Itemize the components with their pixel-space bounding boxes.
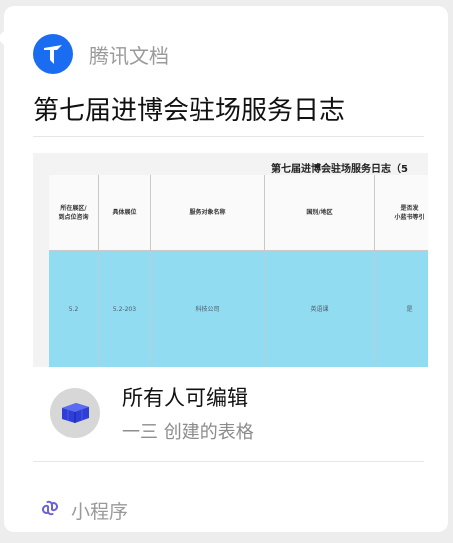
spreadsheet-blocks-icon: [50, 388, 100, 438]
app-name: 腾讯文档: [89, 43, 169, 68]
header-text: 小蓝书等引: [394, 213, 425, 221]
permission-title: 所有人可编辑: [122, 386, 248, 410]
doc-title: 第七届进博会驻场服务日志: [33, 96, 346, 126]
mini-program-footer: 小程序: [39, 496, 128, 524]
mini-program-label: 小程序: [71, 500, 129, 523]
app-source: 腾讯文档: [33, 34, 169, 74]
mini-program-link-icon: [39, 497, 61, 523]
header-text: 具体展位: [112, 209, 137, 216]
tencent-docs-logo-icon: [33, 34, 73, 74]
spreadsheet-preview: 第七届进博会驻场服务日志（5 所在展区/ 到点位咨询 具体展位 服务对象名称 国…: [33, 153, 428, 367]
permission-info: 所有人可编辑 一三 创建的表格: [50, 385, 254, 443]
header-cell: 服务对象名称: [151, 175, 265, 251]
table-cell: 是: [406, 305, 413, 313]
table-cell: 5.2: [49, 251, 99, 367]
header-cell: 具体展位: [99, 175, 151, 251]
table-cell: 英语课: [265, 251, 375, 367]
header-text: 所在展区/: [60, 204, 87, 212]
header-cell: 国别/地区: [265, 175, 375, 251]
table-cell: 5.2-203: [99, 251, 151, 367]
divider: [33, 136, 424, 137]
header-text: 服务对象名称: [189, 209, 226, 216]
header-cell: 所在展区/ 到点位咨询: [49, 175, 99, 251]
shared-doc-card[interactable]: 腾讯文档 第七届进博会驻场服务日志 第七届进博会驻场服务日志（5 所在展区/ 到…: [0, 6, 448, 532]
table-cell: 科技公司: [151, 251, 265, 367]
header-text: 是否发: [400, 204, 419, 212]
table-row: 5.2 5.2-203 科技公司 英语课 是: [49, 251, 428, 367]
creator-subtitle: 一三 创建的表格: [122, 422, 254, 443]
header-text: 国别/地区: [306, 209, 333, 216]
divider: [33, 461, 424, 462]
sheet-header-row: 所在展区/ 到点位咨询 具体展位 服务对象名称 国别/地区 是否发 小蓝书等引: [49, 175, 428, 251]
header-text: 到点位咨询: [58, 213, 89, 221]
header-cell: 是否发 小蓝书等引: [375, 175, 428, 251]
sheet-title: 第七届进博会驻场服务日志（5: [271, 164, 408, 175]
bubble-tail: [0, 30, 5, 46]
